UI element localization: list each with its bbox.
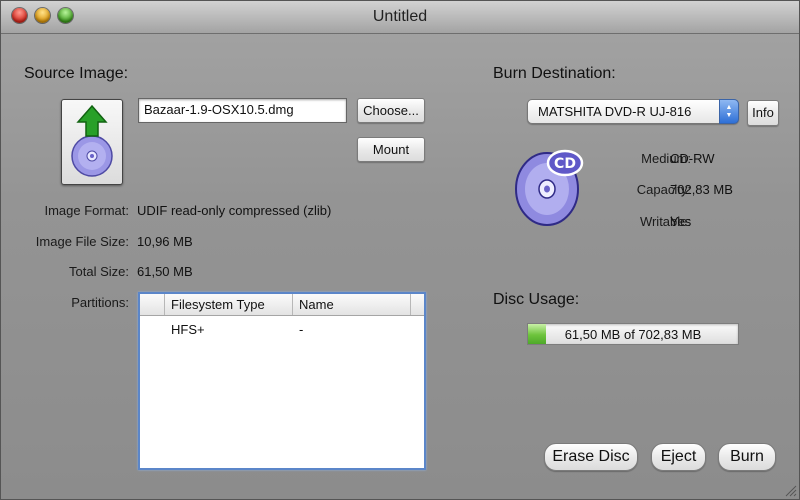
source-image-well[interactable] bbox=[61, 99, 123, 185]
burn-window: Untitled Source Image: Bazaar-1.9-OSX10.… bbox=[0, 0, 800, 500]
image-format-label: Image Format: bbox=[44, 203, 129, 218]
source-filename-value: Bazaar-1.9-OSX10.5.dmg bbox=[144, 102, 294, 117]
source-image-heading: Source Image: bbox=[24, 65, 129, 82]
window-title: Untitled bbox=[372, 8, 428, 25]
title-bar[interactable]: Untitled bbox=[1, 1, 799, 34]
eject-button[interactable]: Eject bbox=[651, 443, 706, 471]
disk-image-icon bbox=[71, 104, 113, 177]
table-row-filesystem[interactable]: HFS+ bbox=[171, 322, 205, 337]
burn-destination-heading: Burn Destination: bbox=[493, 65, 616, 82]
table-header-corner bbox=[410, 294, 424, 315]
capacity-value: 702,83 MB bbox=[670, 182, 733, 197]
image-file-size-label: Image File Size: bbox=[35, 234, 129, 249]
partitions-table-header: Filesystem Type Name bbox=[140, 294, 424, 316]
image-format-value: UDIF read-only compressed (zlib) bbox=[137, 203, 332, 218]
drive-popup-value: MATSHITA DVD-R UJ-816 bbox=[538, 104, 692, 119]
disc-usage-text: 61,50 MB of 702,83 MB bbox=[564, 327, 702, 342]
table-row-name[interactable]: - bbox=[299, 322, 303, 337]
total-size-value: 61,50 MB bbox=[137, 264, 193, 279]
drive-popup[interactable]: MATSHITA DVD-R UJ-816 ▲ ▼ bbox=[527, 99, 739, 124]
total-size-label: Total Size: bbox=[69, 264, 129, 279]
mount-button[interactable]: Mount bbox=[357, 137, 425, 162]
popup-arrows-icon: ▲ ▼ bbox=[719, 99, 739, 124]
disc-usage-bar: 61,50 MB of 702,83 MB bbox=[527, 323, 739, 345]
table-header-blank[interactable] bbox=[140, 294, 164, 315]
erase-disc-button[interactable]: Erase Disc bbox=[544, 443, 638, 471]
burn-button[interactable]: Burn bbox=[718, 443, 776, 471]
column-header-name[interactable]: Name bbox=[292, 294, 410, 315]
image-file-size-value: 10,96 MB bbox=[137, 234, 193, 249]
info-button[interactable]: Info bbox=[747, 100, 779, 126]
cd-badge-text: CD bbox=[554, 156, 576, 172]
resize-grip-icon[interactable] bbox=[783, 483, 797, 497]
disc-usage-heading: Disc Usage: bbox=[493, 291, 580, 308]
writable-value: Yes bbox=[670, 214, 692, 229]
column-header-filesystem[interactable]: Filesystem Type bbox=[164, 294, 292, 315]
cd-disc-icon: CD bbox=[515, 149, 584, 226]
choose-button[interactable]: Choose... bbox=[357, 98, 425, 123]
source-filename-field[interactable]: Bazaar-1.9-OSX10.5.dmg bbox=[138, 98, 347, 123]
partitions-label: Partitions: bbox=[71, 295, 129, 310]
medium-value: CD-RW bbox=[670, 151, 715, 166]
partitions-table[interactable]: Filesystem Type Name HFS+ - bbox=[138, 292, 426, 470]
